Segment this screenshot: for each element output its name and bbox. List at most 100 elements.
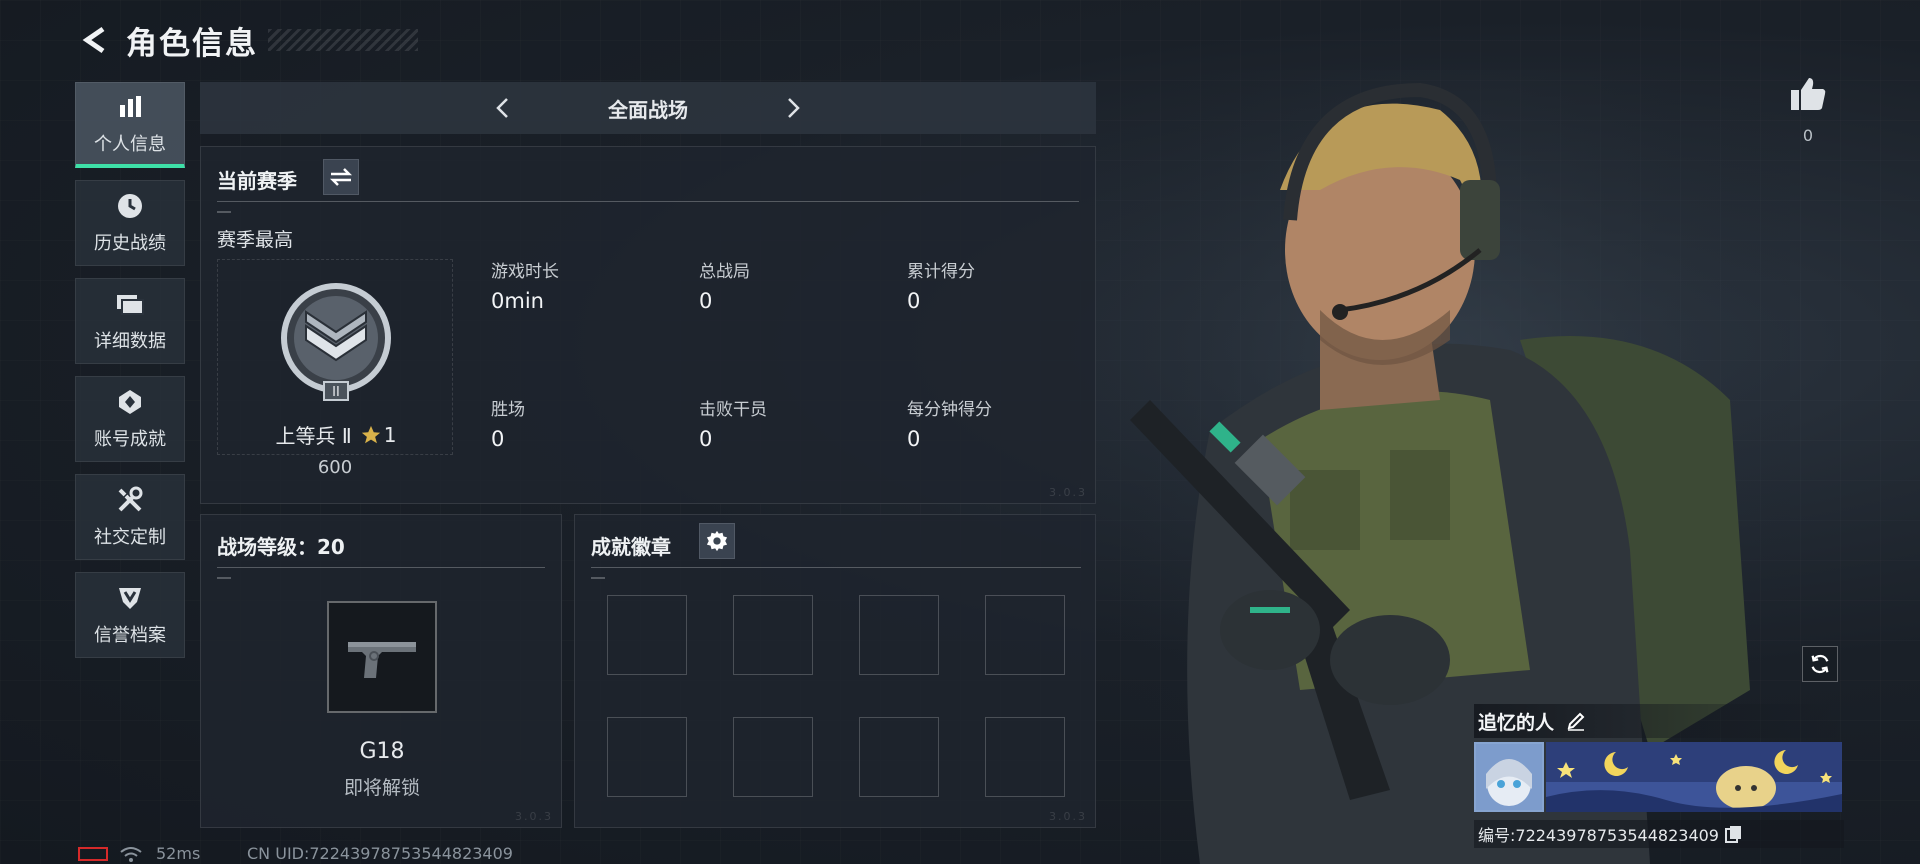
stat-value: 0	[907, 289, 921, 313]
stat-label: 击败干员	[699, 400, 767, 420]
badge-slot[interactable]	[733, 595, 813, 675]
badge-slot[interactable]	[607, 717, 687, 797]
player-name-row: 追忆的人	[1474, 704, 1844, 738]
chevron-left-icon	[496, 98, 508, 118]
mode-prev-button[interactable]	[483, 88, 523, 128]
player-id-row: 编号:72243978753544823409	[1474, 820, 1844, 848]
achievements-panel: 成就徽章 3.0.3	[574, 514, 1096, 828]
player-id: 编号:72243978753544823409	[1478, 826, 1719, 845]
badge-slot[interactable]	[859, 595, 939, 675]
title-decoration	[268, 29, 418, 51]
sidebar-item-label: 历史战绩	[94, 233, 166, 254]
stat-label: 游戏时长	[491, 262, 559, 282]
achievements-settings-button[interactable]	[699, 523, 735, 559]
season-best-label: 赛季最高	[217, 229, 294, 251]
battlefield-panel: 战场等级：20 G18 即将解锁 3.0.3	[200, 514, 562, 828]
weapon-name: G18	[359, 739, 405, 764]
mode-label: 全面战场	[608, 97, 688, 122]
corner-tag: 3.0.3	[1049, 486, 1087, 499]
player-name: 追忆的人	[1478, 711, 1555, 734]
badge-slot[interactable]	[985, 717, 1065, 797]
sidebar-item-personal-info[interactable]: 个人信息	[75, 82, 185, 168]
stat-value: 0	[907, 427, 921, 451]
medal-icon	[115, 387, 145, 417]
player-banner	[1474, 742, 1844, 812]
refresh-button[interactable]	[1802, 646, 1838, 682]
edit-name-button[interactable]	[1564, 709, 1588, 733]
stat-label: 胜场	[491, 400, 525, 420]
weapon-card[interactable]	[327, 601, 437, 713]
badge-slot[interactable]	[733, 717, 813, 797]
weapon-status: 即将解锁	[343, 777, 420, 799]
badge-slot[interactable]	[985, 595, 1065, 675]
divider	[591, 567, 1081, 568]
battlefield-level: 战场等级：20	[217, 535, 345, 559]
folder-icon	[115, 289, 145, 319]
divider	[591, 577, 605, 579]
sidebar-item-social-custom[interactable]: 社交定制	[75, 474, 185, 560]
stat-label: 每分钟得分	[907, 400, 992, 420]
banner-image[interactable]	[1546, 742, 1842, 812]
stat-value: 0	[491, 427, 505, 451]
rank-name-row: 上等兵 Ⅱ 1	[218, 420, 454, 449]
tools-icon	[115, 485, 145, 515]
sidebar-item-label: 个人信息	[94, 133, 166, 155]
battery-icon	[78, 846, 108, 861]
copy-icon[interactable]	[1725, 825, 1743, 843]
divider	[217, 577, 231, 579]
stat-value: 0min	[491, 289, 544, 313]
season-panel: 当前赛季 赛季最高 II 上等兵 Ⅱ 1 600 游戏时长 0min 总战局 0…	[200, 146, 1096, 504]
divider	[217, 211, 231, 213]
swap-icon	[329, 168, 353, 186]
badge-slot[interactable]	[607, 595, 687, 675]
stat-value: 0	[699, 289, 713, 313]
rank-badge-numeral: II	[332, 385, 340, 400]
chevron-right-icon	[788, 98, 800, 118]
rank-points: 600	[317, 457, 353, 478]
back-arrow-icon	[82, 26, 105, 54]
sidebar-item-achievements[interactable]: 账号成就	[75, 376, 185, 462]
divider	[217, 201, 1079, 202]
rank-badge-icon: II	[281, 283, 391, 401]
avatar[interactable]	[1474, 742, 1544, 812]
page-title: 角色信息	[126, 25, 258, 62]
sidebar-item-reputation[interactable]: 信誉档案	[75, 572, 185, 658]
gear-icon	[706, 530, 728, 552]
badge-slot[interactable]	[859, 717, 939, 797]
sidebar: 个人信息 历史战绩 详细数据 账号成就 社交定制 信誉档案	[75, 82, 185, 670]
wifi-icon	[120, 846, 142, 862]
header: 角色信息	[74, 18, 418, 62]
player-card: 追忆的人 编号:72243978753544823409	[1474, 704, 1844, 848]
rank-name: 上等兵 Ⅱ	[275, 424, 352, 448]
achievements-title: 成就徽章	[591, 535, 671, 559]
sidebar-item-match-history[interactable]: 历史战绩	[75, 180, 185, 266]
uid-footer: CN UID:72243978753544823409	[247, 844, 513, 863]
sidebar-item-label: 信誉档案	[94, 625, 166, 646]
corner-tag: 3.0.3	[515, 810, 553, 823]
shield-icon	[115, 583, 145, 613]
bar-chart-icon	[115, 92, 145, 122]
sidebar-item-label: 账号成就	[94, 429, 166, 450]
sidebar-item-detailed-data[interactable]: 详细数据	[75, 278, 185, 364]
season-switch-button[interactable]	[323, 159, 359, 195]
back-button[interactable]	[74, 18, 118, 62]
season-title: 当前赛季	[217, 169, 297, 193]
network-status: 52ms	[78, 844, 200, 863]
like-button[interactable]: 0	[1788, 76, 1828, 145]
rank-stars: 1	[383, 422, 397, 447]
thumbs-up-icon	[1791, 78, 1826, 110]
star-icon	[361, 425, 380, 443]
stat-label: 累计得分	[907, 262, 975, 282]
sidebar-item-label: 社交定制	[94, 527, 166, 548]
corner-tag: 3.0.3	[1049, 810, 1087, 823]
sidebar-item-label: 详细数据	[94, 331, 166, 352]
divider	[217, 567, 545, 568]
stat-value: 0	[699, 427, 713, 451]
refresh-icon	[1811, 654, 1829, 674]
rank-card: II 上等兵 Ⅱ 1	[217, 259, 453, 455]
mode-next-button[interactable]	[773, 88, 813, 128]
like-count: 0	[1802, 126, 1814, 145]
stat-label: 总战局	[699, 262, 750, 282]
ping-value: 52ms	[156, 844, 201, 863]
pistol-icon	[348, 642, 416, 678]
